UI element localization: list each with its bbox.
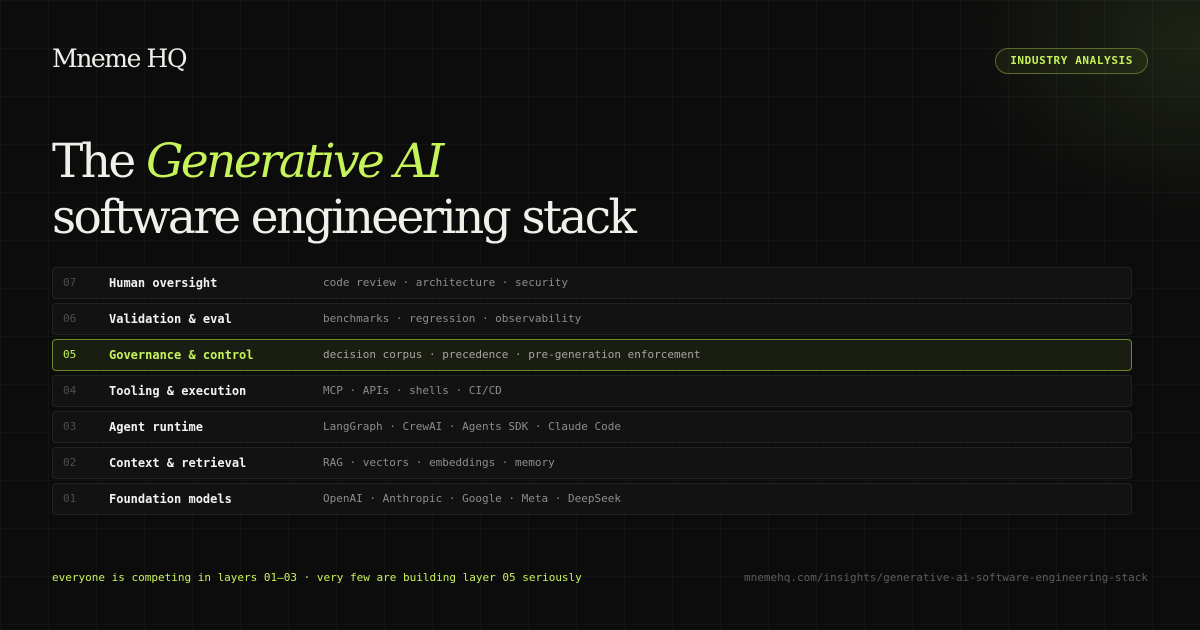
layer-07-row: 07 Human oversight code review · archite… [52, 267, 1132, 299]
layer-description: LangGraph · CrewAI · Agents SDK · Claude… [323, 420, 622, 433]
layer-description: RAG · vectors · embeddings · memory [323, 456, 555, 469]
layer-02-row: 02 Context & retrieval RAG · vectors · e… [52, 447, 1132, 479]
page: Mneme HQ INDUSTRY ANALYSIS The Generativ… [0, 0, 1200, 630]
layer-number: 07 [63, 276, 77, 289]
layer-04-row: 04 Tooling & execution MCP · APIs · shel… [52, 375, 1132, 407]
layer-number: 06 [63, 312, 77, 325]
layer-05-row-highlighted: 05 Governance & control decision corpus … [52, 339, 1132, 371]
layer-number: 02 [63, 456, 77, 469]
layer-name: Foundation models [109, 492, 232, 506]
layer-description: benchmarks · regression · observability [323, 312, 582, 325]
footer-tagline: everyone is competing in layers 01–03 · … [52, 571, 582, 584]
layer-name: Context & retrieval [109, 456, 247, 470]
layer-name: Agent runtime [109, 420, 203, 434]
layer-name: Tooling & execution [109, 384, 247, 398]
headline-accent: Generative AI [145, 134, 444, 189]
layer-description: MCP · APIs · shells · CI/CD [323, 384, 502, 397]
layer-name: Governance & control [109, 348, 254, 362]
layer-number: 01 [63, 492, 77, 505]
layer-03-row: 03 Agent runtime LangGraph · CrewAI · Ag… [52, 411, 1132, 443]
footer-url: mnemehq.com/insights/generative-ai-softw… [744, 571, 1148, 584]
layer-number: 04 [63, 384, 77, 397]
headline-prefix: The [52, 134, 146, 189]
layer-description: code review · architecture · security [323, 276, 569, 289]
layer-number: 05 [63, 348, 77, 361]
brand-logo: Mneme HQ [52, 44, 187, 73]
layer-01-row: 01 Foundation models OpenAI · Anthropic … [52, 483, 1132, 515]
category-badge: INDUSTRY ANALYSIS [995, 48, 1148, 74]
headline-line2: software engineering stack [52, 190, 637, 245]
layer-06-row: 06 Validation & eval benchmarks · regres… [52, 303, 1132, 335]
layer-number: 03 [63, 420, 77, 433]
layer-description: OpenAI · Anthropic · Google · Meta · Dee… [323, 492, 622, 505]
layer-description: decision corpus · precedence · pre-gener… [323, 348, 701, 361]
stack-layers: 07 Human oversight code review · archite… [52, 267, 1132, 519]
layer-name: Validation & eval [109, 312, 232, 326]
headline: The Generative AI software engineering s… [52, 134, 637, 246]
layer-name: Human oversight [109, 276, 218, 290]
